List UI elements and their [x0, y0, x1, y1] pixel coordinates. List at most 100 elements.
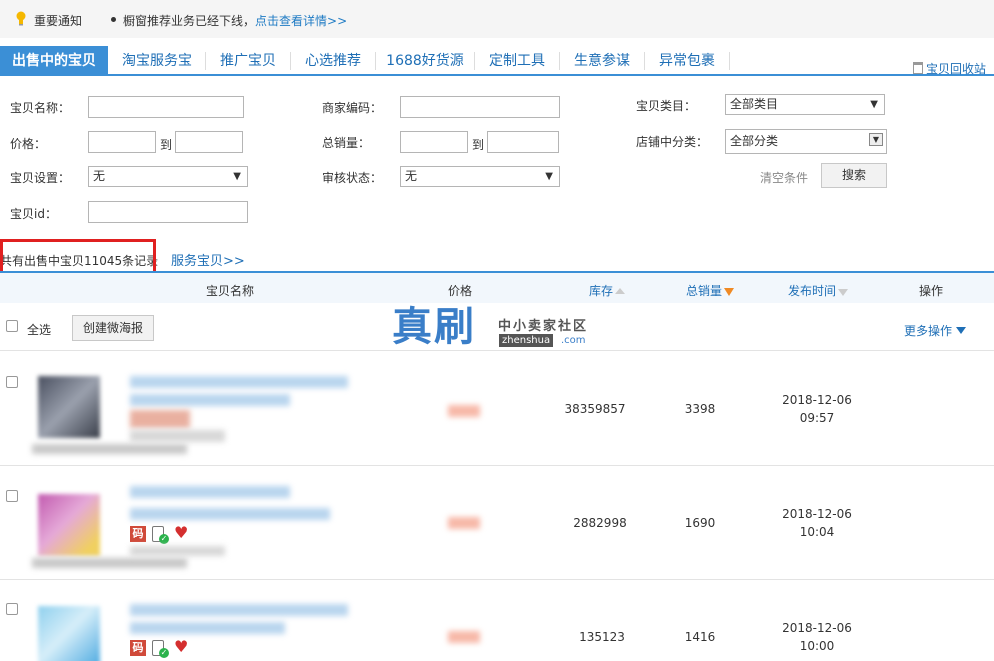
- merchant-code-label: 商家编码：: [322, 101, 383, 115]
- tab-abnormal-package[interactable]: 异常包裹: [645, 46, 729, 76]
- create-poster-button[interactable]: 创建微海报: [72, 315, 154, 341]
- heart-icon: ♥: [174, 523, 189, 542]
- sales-to-label: 到: [472, 138, 485, 152]
- category-select[interactable]: 全部类目 ▼: [725, 94, 885, 115]
- tab-custom-tools[interactable]: 定制工具: [475, 46, 559, 76]
- dropdown-arrow-icon: ▼: [233, 171, 241, 182]
- tab-promote[interactable]: 推广宝贝: [206, 46, 290, 76]
- badge-icons-blurred: [130, 410, 190, 428]
- code-badge-icon: 码: [130, 640, 146, 656]
- total-sales-label: 总销量：: [322, 136, 371, 150]
- tab-on-sale[interactable]: 出售中的宝贝: [0, 46, 108, 76]
- recycle-label: 宝贝回收站: [925, 62, 986, 76]
- review-select[interactable]: 无 ▼: [400, 166, 560, 187]
- table-header: 宝贝名称 价格 库存 总销量 发布时间 操作: [0, 273, 994, 303]
- name-label: 宝贝名称：: [10, 101, 71, 115]
- category-value: 全部类目: [730, 97, 779, 111]
- service-items-link[interactable]: 服务宝贝>>: [171, 250, 245, 269]
- watermark-tagline: 中小卖家社区: [498, 319, 589, 334]
- price-label: 价格：: [10, 137, 47, 151]
- notice-text: 橱窗推荐业务已经下线，: [123, 14, 256, 28]
- col-publish-time[interactable]: 发布时间: [788, 282, 849, 299]
- product-title-blurred[interactable]: [130, 486, 290, 498]
- stock-value: 135123: [579, 630, 625, 644]
- dropdown-arrow-icon: ▼: [870, 99, 878, 110]
- price-max-input[interactable]: [175, 131, 243, 153]
- name-input[interactable]: [88, 96, 244, 118]
- blurred-text: [32, 558, 187, 568]
- review-label: 审核状态：: [322, 171, 383, 185]
- more-ops-label: 更多操作: [904, 324, 953, 338]
- blurred-text: [130, 546, 225, 556]
- blurred-text: [32, 444, 187, 454]
- shop-category-value: 全部分类: [730, 134, 779, 148]
- sales-min-input[interactable]: [400, 131, 468, 153]
- recycle-bin-link[interactable]: 宝贝回收站: [912, 60, 986, 77]
- dropdown-arrow-icon: ▼: [869, 133, 883, 146]
- sales-value: 1416: [684, 630, 716, 644]
- tab-divider: [729, 52, 730, 70]
- heart-icon: ♥: [174, 637, 189, 656]
- setting-select[interactable]: 无 ▼: [88, 166, 248, 187]
- col-ops: 操作: [919, 284, 944, 298]
- id-input[interactable]: [88, 201, 248, 223]
- trash-icon: [912, 62, 923, 74]
- tab-business-advisor[interactable]: 生意参谋: [560, 46, 644, 76]
- shop-category-label: 店铺中分类：: [636, 135, 709, 149]
- table-row: 码 ✓ ♥ 2882998 1690 2018-12-06 10:04: [0, 466, 994, 580]
- product-title-blurred[interactable]: [130, 394, 290, 406]
- lightbulb-icon: [16, 11, 26, 26]
- caret-down-icon: [956, 327, 967, 334]
- product-title-blurred[interactable]: [130, 376, 348, 388]
- merchant-code-input[interactable]: [400, 96, 560, 118]
- product-title-blurred[interactable]: [130, 622, 285, 634]
- stock-value: 2882998: [573, 516, 627, 530]
- notice-detail-link[interactable]: 点击查看详情>>: [255, 14, 347, 28]
- sales-value: 1690: [684, 516, 716, 530]
- blurred-text: [130, 430, 225, 442]
- price-blurred: [448, 631, 480, 643]
- publish-date: 2018-12-06: [782, 621, 852, 635]
- publish-time: 10:00: [799, 639, 835, 653]
- sales-max-input[interactable]: [487, 131, 559, 153]
- clear-conditions-link[interactable]: 清空条件: [760, 169, 808, 186]
- watermark-logo: 真刷: [392, 303, 476, 350]
- row-checkbox[interactable]: [6, 490, 18, 502]
- product-thumbnail[interactable]: [38, 606, 100, 661]
- stock-value: 38359857: [564, 402, 626, 416]
- product-thumbnail[interactable]: [38, 376, 100, 438]
- price-to-label: 到: [160, 138, 173, 152]
- more-ops-button[interactable]: 更多操作: [904, 322, 967, 339]
- review-value: 无: [405, 169, 418, 183]
- setting-value: 无: [93, 169, 106, 183]
- col-name: 宝贝名称: [206, 284, 255, 298]
- col-sales[interactable]: 总销量: [686, 282, 735, 299]
- setting-label: 宝贝设置：: [10, 171, 71, 185]
- sort-up-icon: [615, 288, 626, 294]
- product-title-blurred[interactable]: [130, 604, 348, 616]
- select-all-label: 全选: [27, 323, 52, 337]
- product-thumbnail[interactable]: [38, 494, 100, 556]
- tab-bar: 出售中的宝贝 淘宝服务宝 推广宝贝 心选推荐 1688好货源 定制工具 生意参谋…: [0, 46, 994, 76]
- col-stock[interactable]: 库存: [589, 282, 626, 299]
- dropdown-arrow-icon: ▼: [545, 171, 553, 182]
- shop-category-select[interactable]: 全部分类 ▼: [725, 129, 887, 154]
- col-stock-label: 库存: [589, 284, 614, 298]
- publish-date: 2018-12-06: [782, 507, 852, 521]
- sort-down-icon: [838, 289, 849, 296]
- publish-time: 10:04: [799, 525, 835, 539]
- select-all-checkbox[interactable]: [6, 320, 18, 332]
- watermark-domain: zhenshua: [499, 334, 554, 347]
- tab-xinxuan[interactable]: 心选推荐: [291, 46, 375, 76]
- table-row: 码 ✓ ♥ 135123 1416 2018-12-06 10:00: [0, 580, 994, 661]
- tab-1688[interactable]: 1688好货源: [376, 46, 474, 76]
- category-label: 宝贝类目：: [636, 99, 697, 113]
- price-min-input[interactable]: [88, 131, 156, 153]
- col-publish-label: 发布时间: [788, 284, 837, 298]
- tab-taobao-service[interactable]: 淘宝服务宝: [110, 46, 204, 76]
- product-title-blurred[interactable]: [130, 508, 330, 520]
- search-button[interactable]: 搜索: [821, 163, 887, 188]
- row-checkbox[interactable]: [6, 376, 18, 388]
- row-checkbox[interactable]: [6, 603, 18, 615]
- notice-title: 重要通知: [34, 14, 83, 28]
